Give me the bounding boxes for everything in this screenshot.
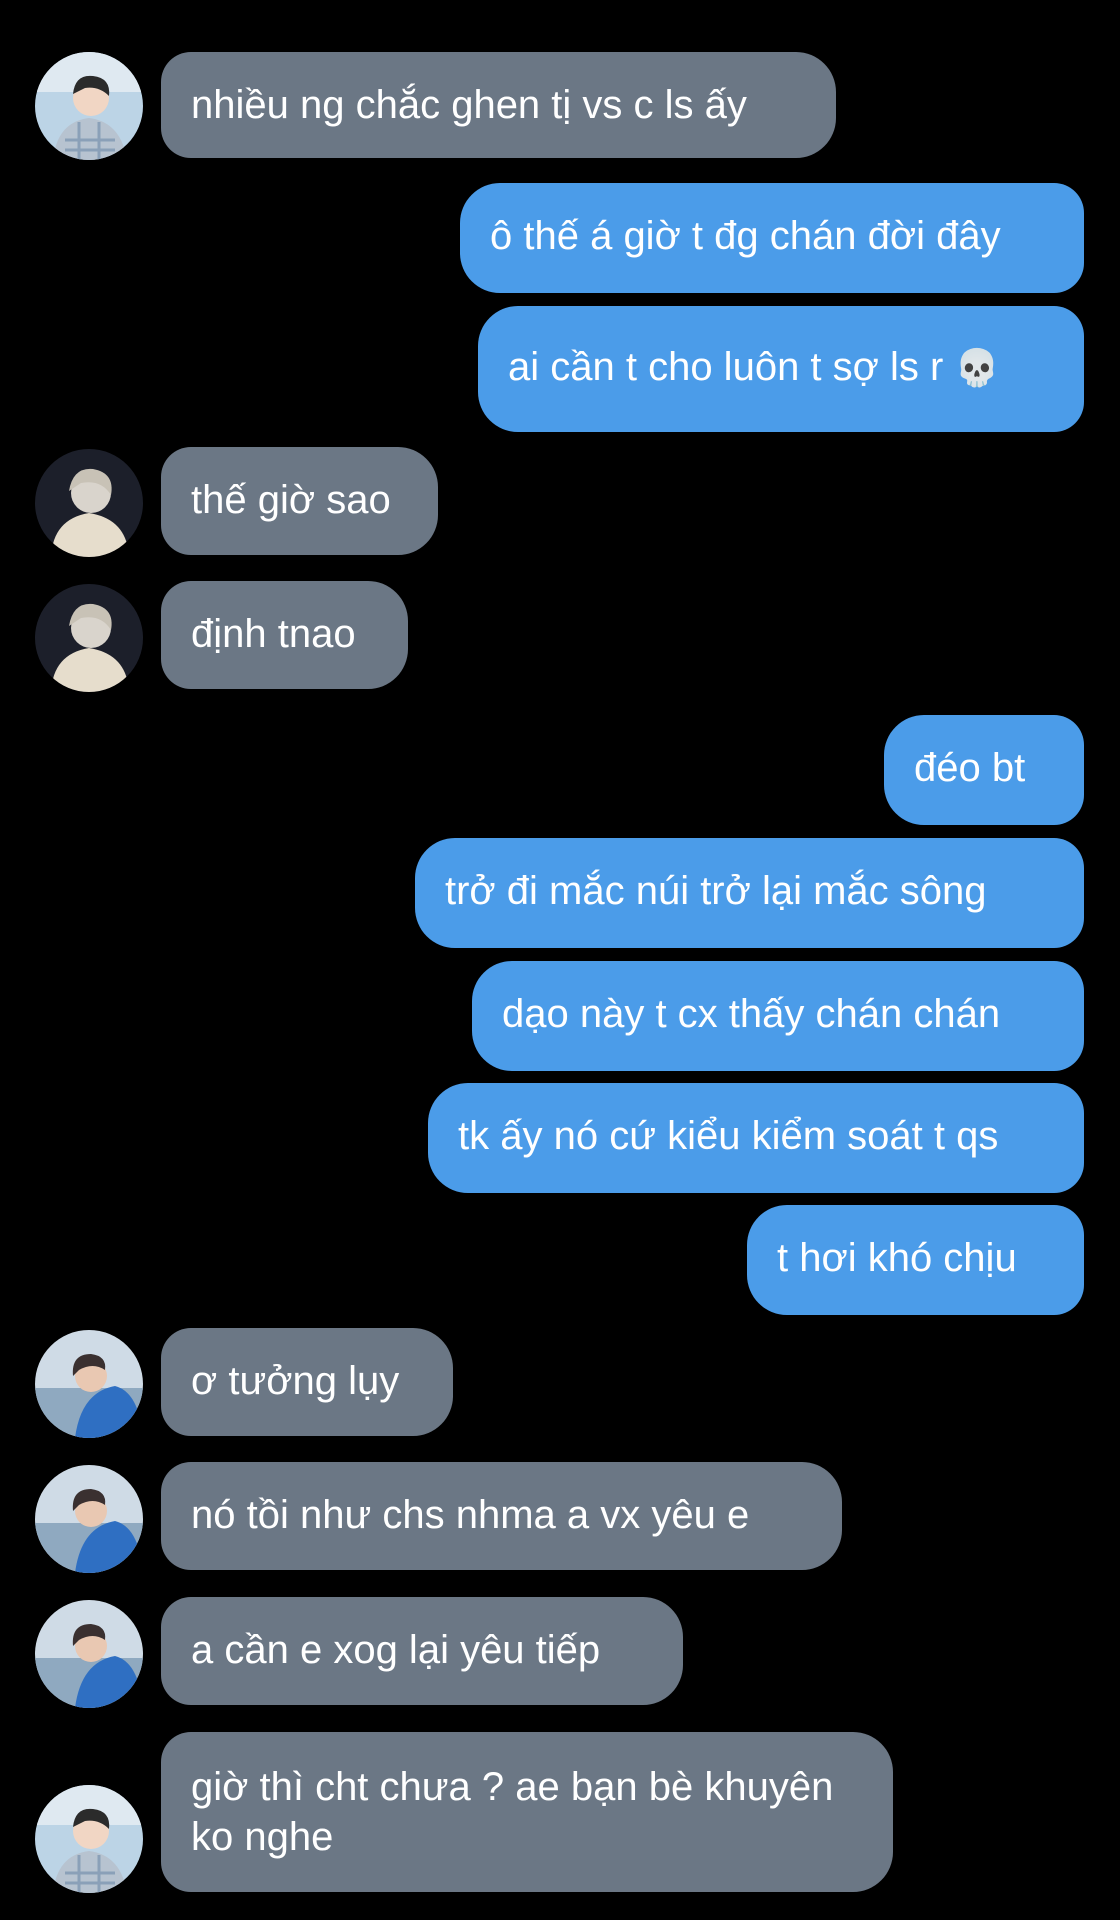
avatar-boy-blue-sea-icon [35, 1465, 143, 1573]
message-bubble[interactable]: giờ thì cht chưa ? ae bạn bè khuyên ko n… [161, 1732, 893, 1892]
message-bubble[interactable]: nhiều ng chắc ghen tị vs c ls ấy [161, 52, 836, 158]
message-text: a cần e xog lại yêu tiếp [191, 1628, 601, 1672]
message-bubble[interactable]: trở đi mắc núi trở lại mắc sông [415, 838, 1084, 948]
avatar[interactable] [35, 1465, 143, 1573]
message-text: dạo này t cx thấy chán chán [502, 992, 1001, 1036]
message-bubble[interactable]: ơ tưởng lụy [161, 1328, 453, 1436]
avatar-white-hood-icon [35, 449, 143, 557]
message-bubble[interactable]: nó tồi như chs nhma a vx yêu e [161, 1462, 842, 1570]
skull-emoji-icon: 💀 [954, 348, 1000, 389]
message-text: ô thế á giờ t đg chán đời đây [490, 214, 1001, 258]
avatar[interactable] [35, 584, 143, 692]
message-text: giờ thì cht chưa ? ae bạn bè khuyên ko n… [191, 1765, 834, 1859]
message-text: nhiều ng chắc ghen tị vs c ls ấy [191, 83, 747, 127]
avatar[interactable] [35, 1330, 143, 1438]
message-bubble[interactable]: a cần e xog lại yêu tiếp [161, 1597, 683, 1705]
avatar-boy-plaid-icon [35, 1785, 143, 1893]
message-text: thế giờ sao [191, 478, 391, 522]
message-text: ai cần t cho luôn t sợ ls r [508, 345, 944, 389]
avatar[interactable] [35, 449, 143, 557]
avatar-white-hood-icon [35, 584, 143, 692]
avatar[interactable] [35, 1600, 143, 1708]
message-bubble[interactable]: dạo này t cx thấy chán chán [472, 961, 1084, 1071]
message-text: ơ tưởng lụy [191, 1359, 400, 1403]
message-bubble[interactable]: ô thế á giờ t đg chán đời đây [460, 183, 1084, 293]
message-bubble[interactable]: định tnao [161, 581, 408, 689]
message-bubble[interactable]: tk ấy nó cứ kiểu kiểm soát t qs [428, 1083, 1084, 1193]
avatar-boy-blue-sea-icon [35, 1330, 143, 1438]
avatar[interactable] [35, 52, 143, 160]
message-bubble[interactable]: thế giờ sao [161, 447, 438, 555]
avatar-boy-plaid-icon [35, 52, 143, 160]
avatar-boy-blue-sea-icon [35, 1600, 143, 1708]
message-bubble[interactable]: t hơi khó chịu [747, 1205, 1084, 1315]
message-text: đéo bt [914, 746, 1026, 790]
message-text: định tnao [191, 612, 356, 656]
avatar[interactable] [35, 1785, 143, 1893]
message-text: trở đi mắc núi trở lại mắc sông [445, 869, 987, 913]
message-bubble[interactable]: ai cần t cho luôn t sợ ls r 💀 [478, 306, 1084, 432]
message-text: tk ấy nó cứ kiểu kiểm soát t qs [458, 1114, 999, 1158]
message-text: nó tồi như chs nhma a vx yêu e [191, 1493, 750, 1537]
message-bubble[interactable]: đéo bt [884, 715, 1084, 825]
message-text: t hơi khó chịu [777, 1236, 1017, 1280]
